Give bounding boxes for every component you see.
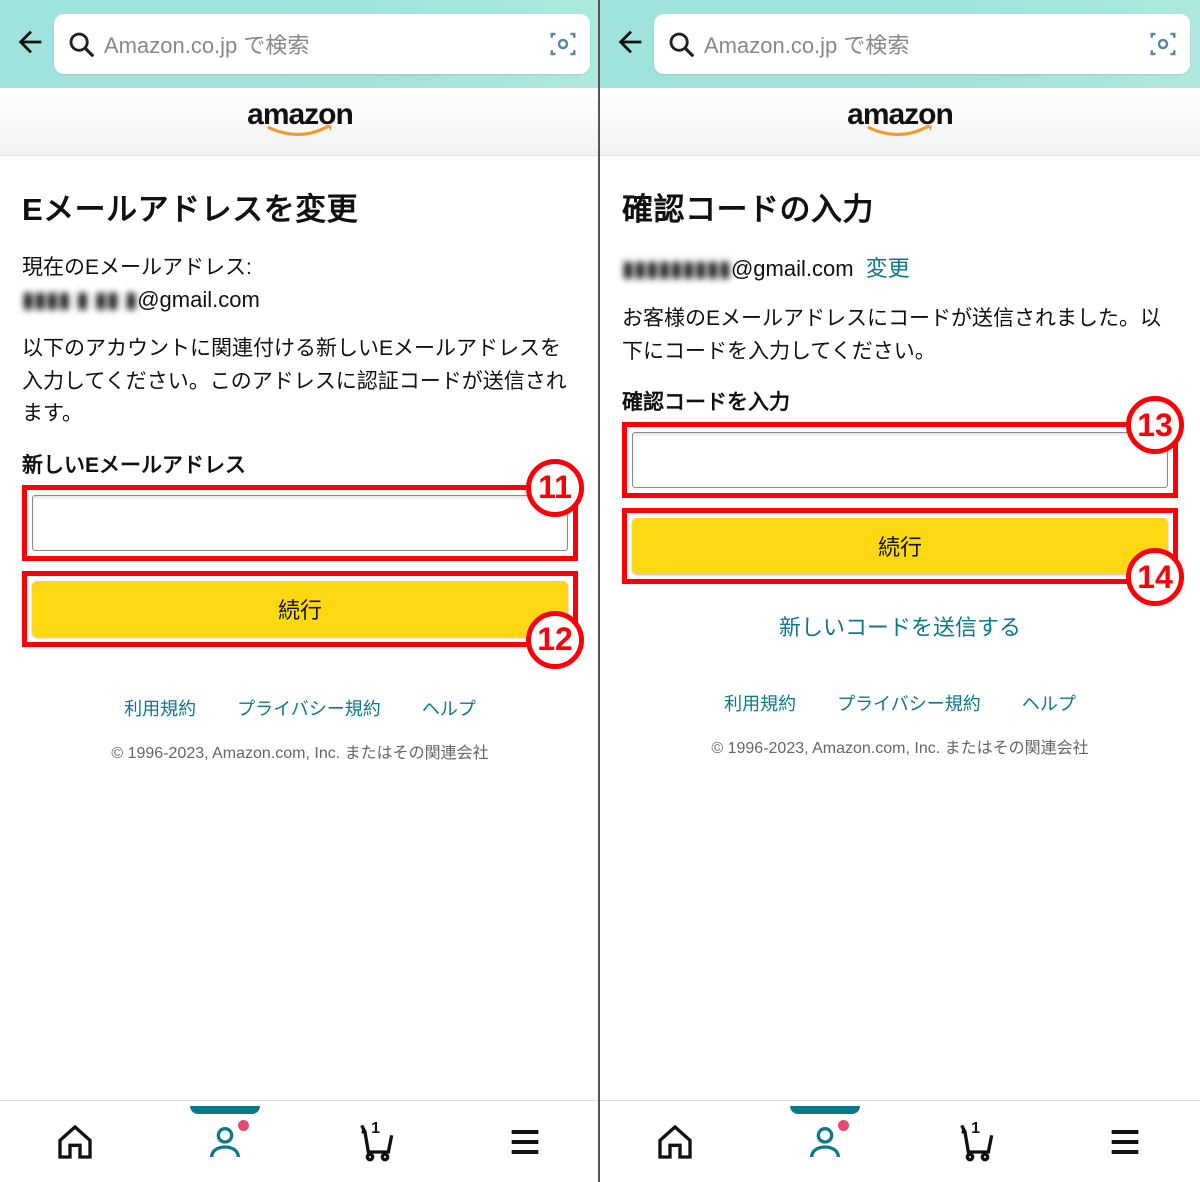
screen-change-email: Amazon.co.jp で検索 amazon Eメールアドレスを変更 現在のE…	[0, 0, 600, 1182]
current-email-label: 現在のEメールアドレス:	[22, 251, 578, 281]
footer-links: 利用規約 プライバシー規約 ヘルプ	[622, 690, 1178, 716]
bottom-nav: 1	[600, 1100, 1200, 1182]
amazon-smile-icon	[857, 125, 943, 139]
code-input[interactable]	[632, 432, 1168, 488]
hamburger-icon	[505, 1122, 545, 1162]
cart-count: 1	[971, 1120, 980, 1138]
content-left: Eメールアドレスを変更 現在のEメールアドレス: ▮▮▮▮ ▮ ▮▮ ▮@gma…	[0, 156, 600, 1182]
resend-code-link[interactable]: 新しいコードを送信する	[622, 610, 1178, 642]
search-icon	[66, 29, 96, 59]
continue-button[interactable]: 続行	[632, 518, 1168, 574]
new-email-input[interactable]	[32, 495, 568, 551]
annotation-badge-14: 14	[1126, 548, 1184, 606]
link-help[interactable]: ヘルプ	[422, 699, 476, 719]
nav-home[interactable]	[49, 1116, 101, 1168]
nav-cart[interactable]: 1	[349, 1116, 401, 1168]
nav-menu[interactable]	[1099, 1116, 1151, 1168]
back-button[interactable]	[606, 25, 654, 64]
home-icon	[55, 1122, 95, 1162]
search-box[interactable]: Amazon.co.jp で検索	[54, 14, 590, 74]
page-title: 確認コードの入力	[622, 184, 1178, 229]
logo-strip: amazon	[600, 88, 1200, 156]
sent-to-email: ▮▮▮▮▮▮▮▮▮@gmail.com 変更	[622, 251, 1178, 283]
active-indicator	[790, 1106, 860, 1114]
home-icon	[655, 1122, 695, 1162]
nav-account[interactable]	[799, 1116, 851, 1168]
link-privacy[interactable]: プライバシー規約	[837, 694, 981, 714]
search-placeholder: Amazon.co.jp で検索	[104, 28, 548, 60]
annotation-badge-11: 11	[526, 459, 584, 517]
search-placeholder: Amazon.co.jp で検索	[704, 28, 1148, 60]
amazon-logo: amazon	[847, 104, 953, 139]
instruction-text: お客様のEメールアドレスにコードが送信されました。以下にコードを入力してください…	[622, 303, 1178, 368]
new-email-label: 新しいEメールアドレス	[22, 449, 578, 479]
back-button[interactable]	[6, 25, 54, 64]
link-terms[interactable]: 利用規約	[724, 694, 796, 714]
highlight-input	[22, 485, 578, 561]
highlight-button: 続行	[22, 571, 578, 647]
logo-strip: amazon	[0, 88, 600, 156]
arrow-left-icon	[13, 25, 47, 59]
annotation-badge-13: 13	[1126, 396, 1184, 454]
lens-icon[interactable]	[1148, 29, 1178, 59]
top-bar: Amazon.co.jp で検索	[0, 0, 600, 88]
annotation-badge-12: 12	[526, 611, 584, 669]
nav-account[interactable]	[199, 1116, 251, 1168]
highlight-input	[622, 422, 1178, 498]
footer-links: 利用規約 プライバシー規約 ヘルプ	[22, 695, 578, 721]
change-link[interactable]: 変更	[866, 256, 910, 281]
nav-cart[interactable]: 1	[949, 1116, 1001, 1168]
link-privacy[interactable]: プライバシー規約	[237, 699, 381, 719]
continue-button[interactable]: 続行	[32, 581, 568, 637]
screen-enter-code: Amazon.co.jp で検索 amazon 確認コードの入力 ▮▮▮▮▮▮▮…	[600, 0, 1200, 1182]
lens-icon[interactable]	[548, 29, 578, 59]
amazon-logo: amazon	[247, 104, 353, 139]
highlight-button: 続行	[622, 508, 1178, 584]
page-title: Eメールアドレスを変更	[22, 184, 578, 229]
bottom-nav: 1	[0, 1100, 600, 1182]
notification-dot-icon	[838, 1120, 849, 1131]
notification-dot-icon	[238, 1120, 249, 1131]
arrow-left-icon	[613, 25, 647, 59]
instruction-text: 以下のアカウントに関連付ける新しいEメールアドレスを入力してください。このアドレ…	[22, 333, 578, 431]
copyright: © 1996-2023, Amazon.com, Inc. またはその関連会社	[622, 734, 1178, 758]
current-email-value: ▮▮▮▮ ▮ ▮▮ ▮@gmail.com	[22, 287, 578, 313]
copyright: © 1996-2023, Amazon.com, Inc. またはその関連会社	[22, 739, 578, 763]
nav-home[interactable]	[649, 1116, 701, 1168]
content-right: 確認コードの入力 ▮▮▮▮▮▮▮▮▮@gmail.com 変更 お客様のEメール…	[600, 156, 1200, 1182]
search-box[interactable]: Amazon.co.jp で検索	[654, 14, 1190, 74]
cart-count: 1	[371, 1120, 380, 1138]
amazon-smile-icon	[257, 125, 343, 139]
hamburger-icon	[1105, 1122, 1145, 1162]
top-bar: Amazon.co.jp で検索	[600, 0, 1200, 88]
link-help[interactable]: ヘルプ	[1022, 694, 1076, 714]
link-terms[interactable]: 利用規約	[124, 699, 196, 719]
code-label: 確認コードを入力	[622, 386, 1178, 416]
search-icon	[666, 29, 696, 59]
nav-menu[interactable]	[499, 1116, 551, 1168]
active-indicator	[190, 1106, 260, 1114]
